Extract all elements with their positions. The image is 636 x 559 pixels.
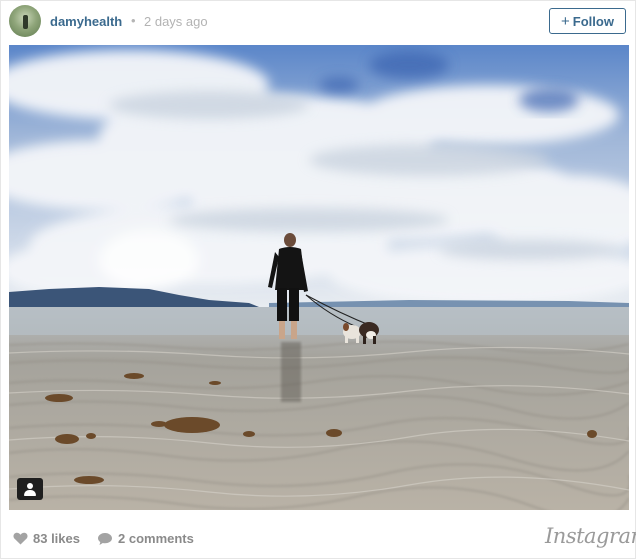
- follow-label: Follow: [572, 13, 614, 29]
- separator-dot: •: [131, 13, 136, 28]
- comments-count[interactable]: 2 comments: [97, 531, 194, 546]
- likes-count[interactable]: 83 likes: [13, 531, 80, 546]
- likes-label: 83 likes: [33, 531, 80, 546]
- beach-scene: [9, 45, 629, 510]
- post-footer: 83 likes 2 comments Instagram: [0, 515, 636, 559]
- comments-label: 2 comments: [118, 531, 194, 546]
- instagram-logo[interactable]: Instagram: [545, 524, 636, 548]
- heart-icon: [13, 532, 28, 545]
- post-header: damyhealth • 2 days ago + Follow: [0, 0, 636, 44]
- follow-button[interactable]: + Follow: [549, 8, 626, 34]
- username-link[interactable]: damyhealth: [50, 14, 122, 29]
- plus-icon: +: [561, 12, 570, 30]
- speech-bubble-icon: [98, 532, 112, 545]
- avatar[interactable]: [9, 5, 41, 37]
- timestamp[interactable]: 2 days ago: [144, 14, 208, 29]
- post-photo[interactable]: [9, 45, 629, 510]
- user-tag-icon[interactable]: [17, 478, 43, 500]
